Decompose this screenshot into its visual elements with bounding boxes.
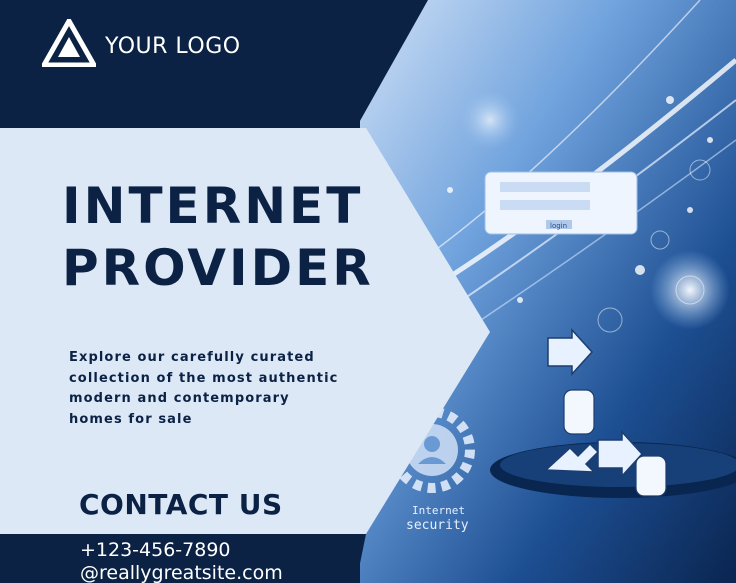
poster: login Internet security YOUR LOGO INTERN…	[0, 0, 736, 583]
contact-heading: CONTACT US	[79, 488, 283, 521]
description-line: Explore our carefully curated	[69, 350, 315, 365]
phone-number: +123-456-7890	[80, 539, 231, 561]
logo-icon	[42, 19, 96, 67]
description-line: homes for sale	[69, 411, 193, 427]
headline-line-2: PROVIDER	[62, 239, 374, 297]
headline-line-1: INTERNET	[62, 177, 364, 235]
description-line: collection of the most authentic	[69, 370, 339, 386]
description-line: modern and contemporary	[69, 391, 290, 406]
website-link[interactable]: @reallygreatsite.com	[80, 562, 283, 583]
description: Explore our carefully curated collection…	[69, 348, 369, 430]
logo-text: YOUR LOGO	[105, 34, 241, 59]
